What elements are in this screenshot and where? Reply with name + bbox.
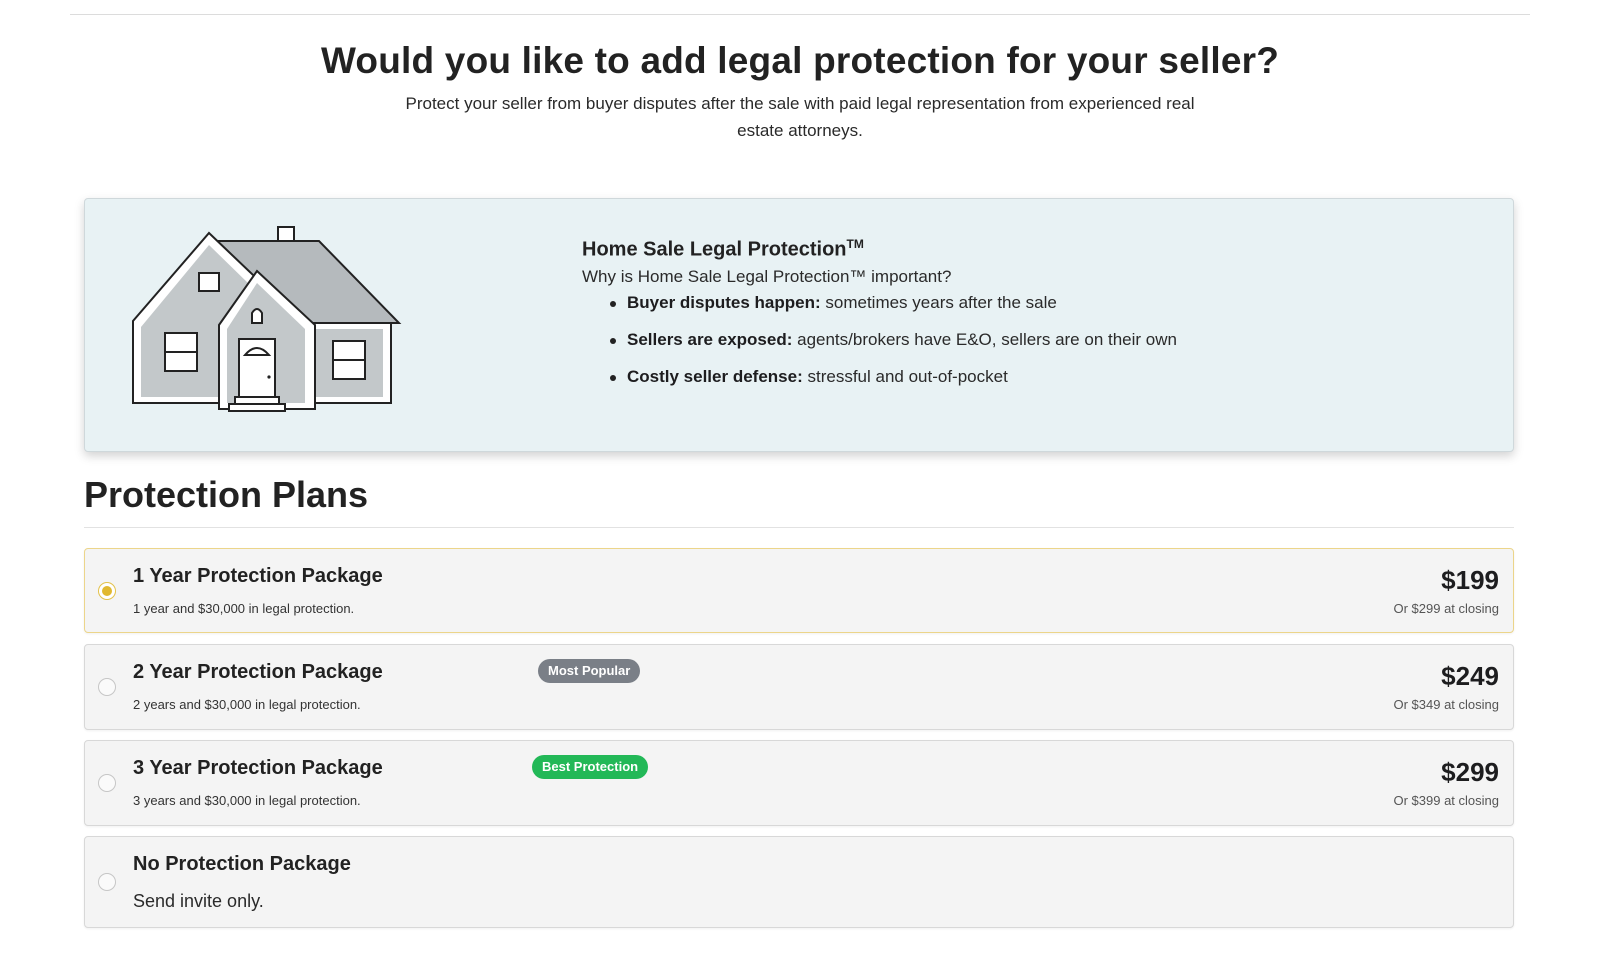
plan-name: No Protection Package: [133, 853, 351, 875]
plan-name: 1 Year Protection Package: [133, 565, 383, 587]
plan-option-none[interactable]: No Protection Package Send invite only.: [84, 836, 1514, 928]
plan-price: $199: [1441, 565, 1499, 595]
protection-plans-heading: Protection Plans: [84, 474, 369, 515]
plan-description: Send invite only.: [133, 891, 264, 911]
plan-radio-2-year[interactable]: [98, 678, 116, 696]
plan-option-1-year[interactable]: 1 Year Protection Package 1 year and $30…: [84, 548, 1514, 633]
plan-description: 3 years and $30,000 in legal protection.: [133, 793, 361, 808]
bullet-bold: Sellers are exposed:: [627, 329, 793, 349]
info-content: Home Sale Legal ProtectionTM Why is Home…: [582, 237, 1482, 402]
most-popular-badge: Most Popular: [538, 659, 641, 683]
best-protection-badge: Best Protection: [532, 755, 649, 779]
info-bullet-list: Buyer disputes happen: sometimes years a…: [610, 291, 1482, 402]
bullet-text: stressful and out-of-pocket: [807, 366, 1008, 386]
info-question: Why is Home Sale Legal Protection™ impor…: [582, 266, 952, 286]
plan-option-2-year[interactable]: 2 Year Protection Package Most Popular 2…: [84, 644, 1514, 730]
plan-radio-1-year[interactable]: [98, 582, 116, 600]
page-subtitle: Protect your seller from buyer disputes …: [405, 94, 1195, 140]
plan-radio-none[interactable]: [98, 873, 116, 891]
plan-price: $249: [1441, 661, 1499, 691]
plan-price-at-closing: Or $299 at closing: [1393, 601, 1499, 616]
bullet-item: Costly seller defense: stressful and out…: [610, 365, 1482, 402]
bullet-bold: Costly seller defense:: [627, 366, 803, 386]
house-illustration-icon: [132, 226, 402, 412]
page-title: Would you like to add legal protection f…: [320, 40, 1280, 81]
plans-divider: [84, 527, 1514, 528]
bullet-item: Buyer disputes happen: sometimes years a…: [610, 291, 1482, 328]
legal-protection-info-card: Home Sale Legal ProtectionTM Why is Home…: [84, 198, 1514, 452]
bullet-bold: Buyer disputes happen:: [627, 292, 821, 312]
bullet-text: sometimes years after the sale: [825, 292, 1057, 312]
trademark-mark: TM: [846, 237, 864, 251]
plan-radio-3-year[interactable]: [98, 774, 116, 792]
bullet-item: Sellers are exposed: agents/brokers have…: [610, 328, 1482, 365]
plan-description: 2 years and $30,000 in legal protection.: [133, 697, 361, 712]
plan-price-at-closing: Or $399 at closing: [1393, 793, 1499, 808]
bullet-text: agents/brokers have E&O, sellers are on …: [797, 329, 1177, 349]
plan-option-3-year[interactable]: 3 Year Protection Package Best Protectio…: [84, 740, 1514, 826]
plan-price-at-closing: Or $349 at closing: [1393, 697, 1499, 712]
info-title-text: Home Sale Legal Protection: [582, 238, 847, 261]
plan-name: 2 Year Protection Package: [133, 661, 383, 683]
top-divider: [70, 14, 1530, 15]
plan-price: $299: [1441, 757, 1499, 787]
info-title: Home Sale Legal ProtectionTM: [582, 237, 1482, 262]
plan-description: 1 year and $30,000 in legal protection.: [133, 601, 355, 616]
plan-name: 3 Year Protection Package: [133, 757, 383, 779]
